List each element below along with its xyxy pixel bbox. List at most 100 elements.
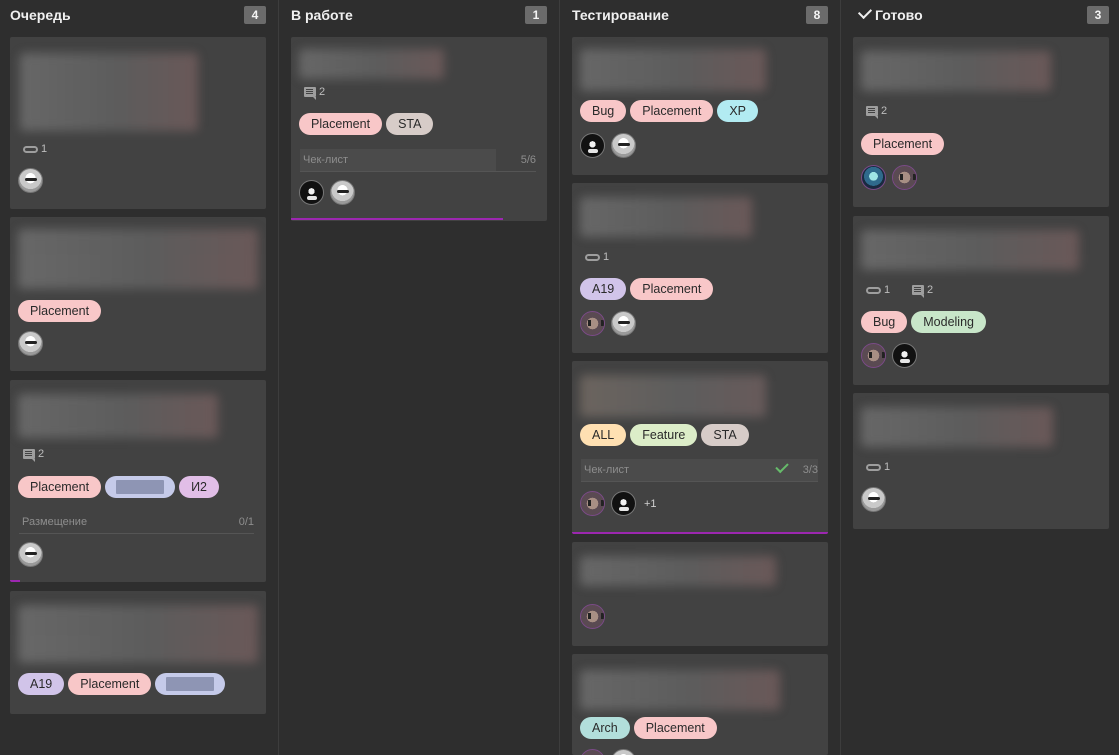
tag[interactable]: Placement [18, 476, 102, 498]
tag[interactable]: Bug [580, 100, 627, 122]
column-header[interactable]: Готово 3 [843, 0, 1109, 30]
avatar[interactable] [18, 542, 43, 567]
task-card[interactable]: Arch Placement [572, 654, 828, 755]
redacted-tag-label [116, 480, 165, 494]
attachments-counter: 1 [585, 250, 609, 264]
assignees [18, 168, 43, 193]
column-testing: Тестирование 8 Bug Placement XP 1 A19 Pl… [562, 0, 840, 755]
avatar[interactable] [861, 165, 886, 190]
tag[interactable]: Feature [630, 424, 698, 446]
avatar[interactable] [580, 311, 605, 336]
task-card[interactable]: 1 [853, 393, 1109, 529]
tag[interactable]: Bug [861, 311, 908, 333]
checklist-count: 3/3 [802, 464, 818, 476]
avatar[interactable] [580, 133, 605, 158]
avatar[interactable] [611, 133, 636, 158]
tag[interactable]: XP [717, 100, 758, 122]
tag[interactable]: Placement [630, 100, 714, 122]
checklist[interactable]: Чек-лист 5/6 [300, 149, 536, 172]
comments-counter: 2 [912, 283, 934, 298]
tag-list: Bug Placement XP [580, 100, 758, 122]
column-count-badge: 3 [1087, 6, 1109, 24]
checklist-divider [581, 481, 818, 482]
column-header[interactable]: Тестирование 8 [562, 0, 828, 30]
comments-count: 2 [927, 284, 934, 296]
tag[interactable]: A19 [580, 278, 627, 300]
redacted-card-title [18, 605, 258, 663]
avatar[interactable] [892, 165, 917, 190]
tag[interactable]: A19 [18, 673, 65, 695]
task-card[interactable]: 2 Placement [853, 37, 1109, 207]
column-in-progress: В работе 1 2 Placement STA Чек-лист 5/6 [281, 0, 559, 755]
avatar[interactable] [611, 491, 636, 516]
tag[interactable]: Placement [18, 300, 102, 322]
task-card[interactable]: Bug Placement XP [572, 37, 828, 175]
column-count-badge: 4 [244, 6, 266, 24]
column-header[interactable]: Очередь 4 [0, 0, 266, 30]
tag[interactable]: Placement [633, 717, 717, 739]
avatar[interactable] [861, 487, 886, 512]
card-progress-bar [10, 580, 20, 582]
tag[interactable]: И2 [179, 476, 219, 498]
tag[interactable]: Arch [580, 717, 630, 739]
more-assignees-count[interactable]: +1 [644, 498, 657, 510]
avatar[interactable] [18, 168, 43, 193]
avatar[interactable] [580, 491, 605, 516]
tag[interactable]: Placement [299, 113, 383, 135]
task-card[interactable]: A19 Placement [10, 591, 266, 714]
checklist[interactable]: Чек-лист 3/3 [581, 459, 818, 482]
attachments-counter: 1 [23, 142, 47, 156]
task-card[interactable] [572, 542, 828, 646]
column-header[interactable]: В работе 1 [281, 0, 547, 30]
tag[interactable]: Placement [861, 133, 945, 155]
card-progress-bar [572, 532, 828, 534]
redacted-tag[interactable] [155, 673, 226, 695]
comment-icon [912, 285, 924, 298]
tag[interactable]: STA [386, 113, 434, 135]
checkmark-icon [857, 4, 873, 20]
assignees [861, 487, 886, 512]
attachments-count: 1 [884, 461, 891, 473]
checklist[interactable]: Размещение 0/1 [19, 511, 254, 534]
assignees: +1 [580, 491, 657, 516]
task-card[interactable]: 2 Placement И2 Размещение 0/1 [10, 380, 266, 582]
redacted-card-title [299, 49, 444, 79]
paperclip-icon [23, 145, 38, 153]
attachments-counter: 1 [866, 460, 890, 474]
avatar[interactable] [861, 343, 886, 368]
column-queue: Очередь 4 1 Placement 2 Placement И2 Раз… [0, 0, 278, 755]
tag[interactable]: STA [701, 424, 749, 446]
avatar[interactable] [892, 343, 917, 368]
task-card[interactable]: 1 [10, 37, 266, 209]
redacted-card-title [861, 51, 1051, 91]
tag[interactable]: Placement [68, 673, 152, 695]
avatar[interactable] [330, 180, 355, 205]
assignees [580, 604, 605, 629]
checklist-label: Чек-лист [584, 464, 630, 476]
avatar[interactable] [299, 180, 324, 205]
tag[interactable]: Placement [630, 278, 714, 300]
task-card[interactable]: Placement [10, 217, 266, 371]
redacted-card-title [580, 556, 776, 586]
tag-list: Placement [861, 133, 945, 155]
column-done: Готово 3 2 Placement 1 2 Bug Modeling 1 [843, 0, 1119, 755]
redacted-tag[interactable] [105, 476, 176, 498]
attachments-count: 1 [603, 251, 610, 263]
assignees [861, 343, 917, 368]
avatar[interactable] [611, 311, 636, 336]
task-card[interactable]: 1 A19 Placement [572, 183, 828, 353]
avatar[interactable] [18, 331, 43, 356]
task-card[interactable]: 2 Placement STA Чек-лист 5/6 [291, 37, 547, 221]
task-card[interactable]: ALL Feature STA Чек-лист 3/3 +1 [572, 361, 828, 534]
assignees [18, 542, 43, 567]
task-card[interactable]: 1 2 Bug Modeling [853, 216, 1109, 385]
column-count-badge: 8 [806, 6, 828, 24]
paperclip-icon [866, 286, 881, 294]
avatar[interactable] [580, 604, 605, 629]
paperclip-icon [866, 463, 881, 471]
avatar[interactable] [580, 749, 605, 755]
comment-icon [23, 449, 35, 462]
tag[interactable]: Modeling [911, 311, 986, 333]
avatar[interactable] [611, 749, 636, 755]
tag[interactable]: ALL [580, 424, 627, 446]
